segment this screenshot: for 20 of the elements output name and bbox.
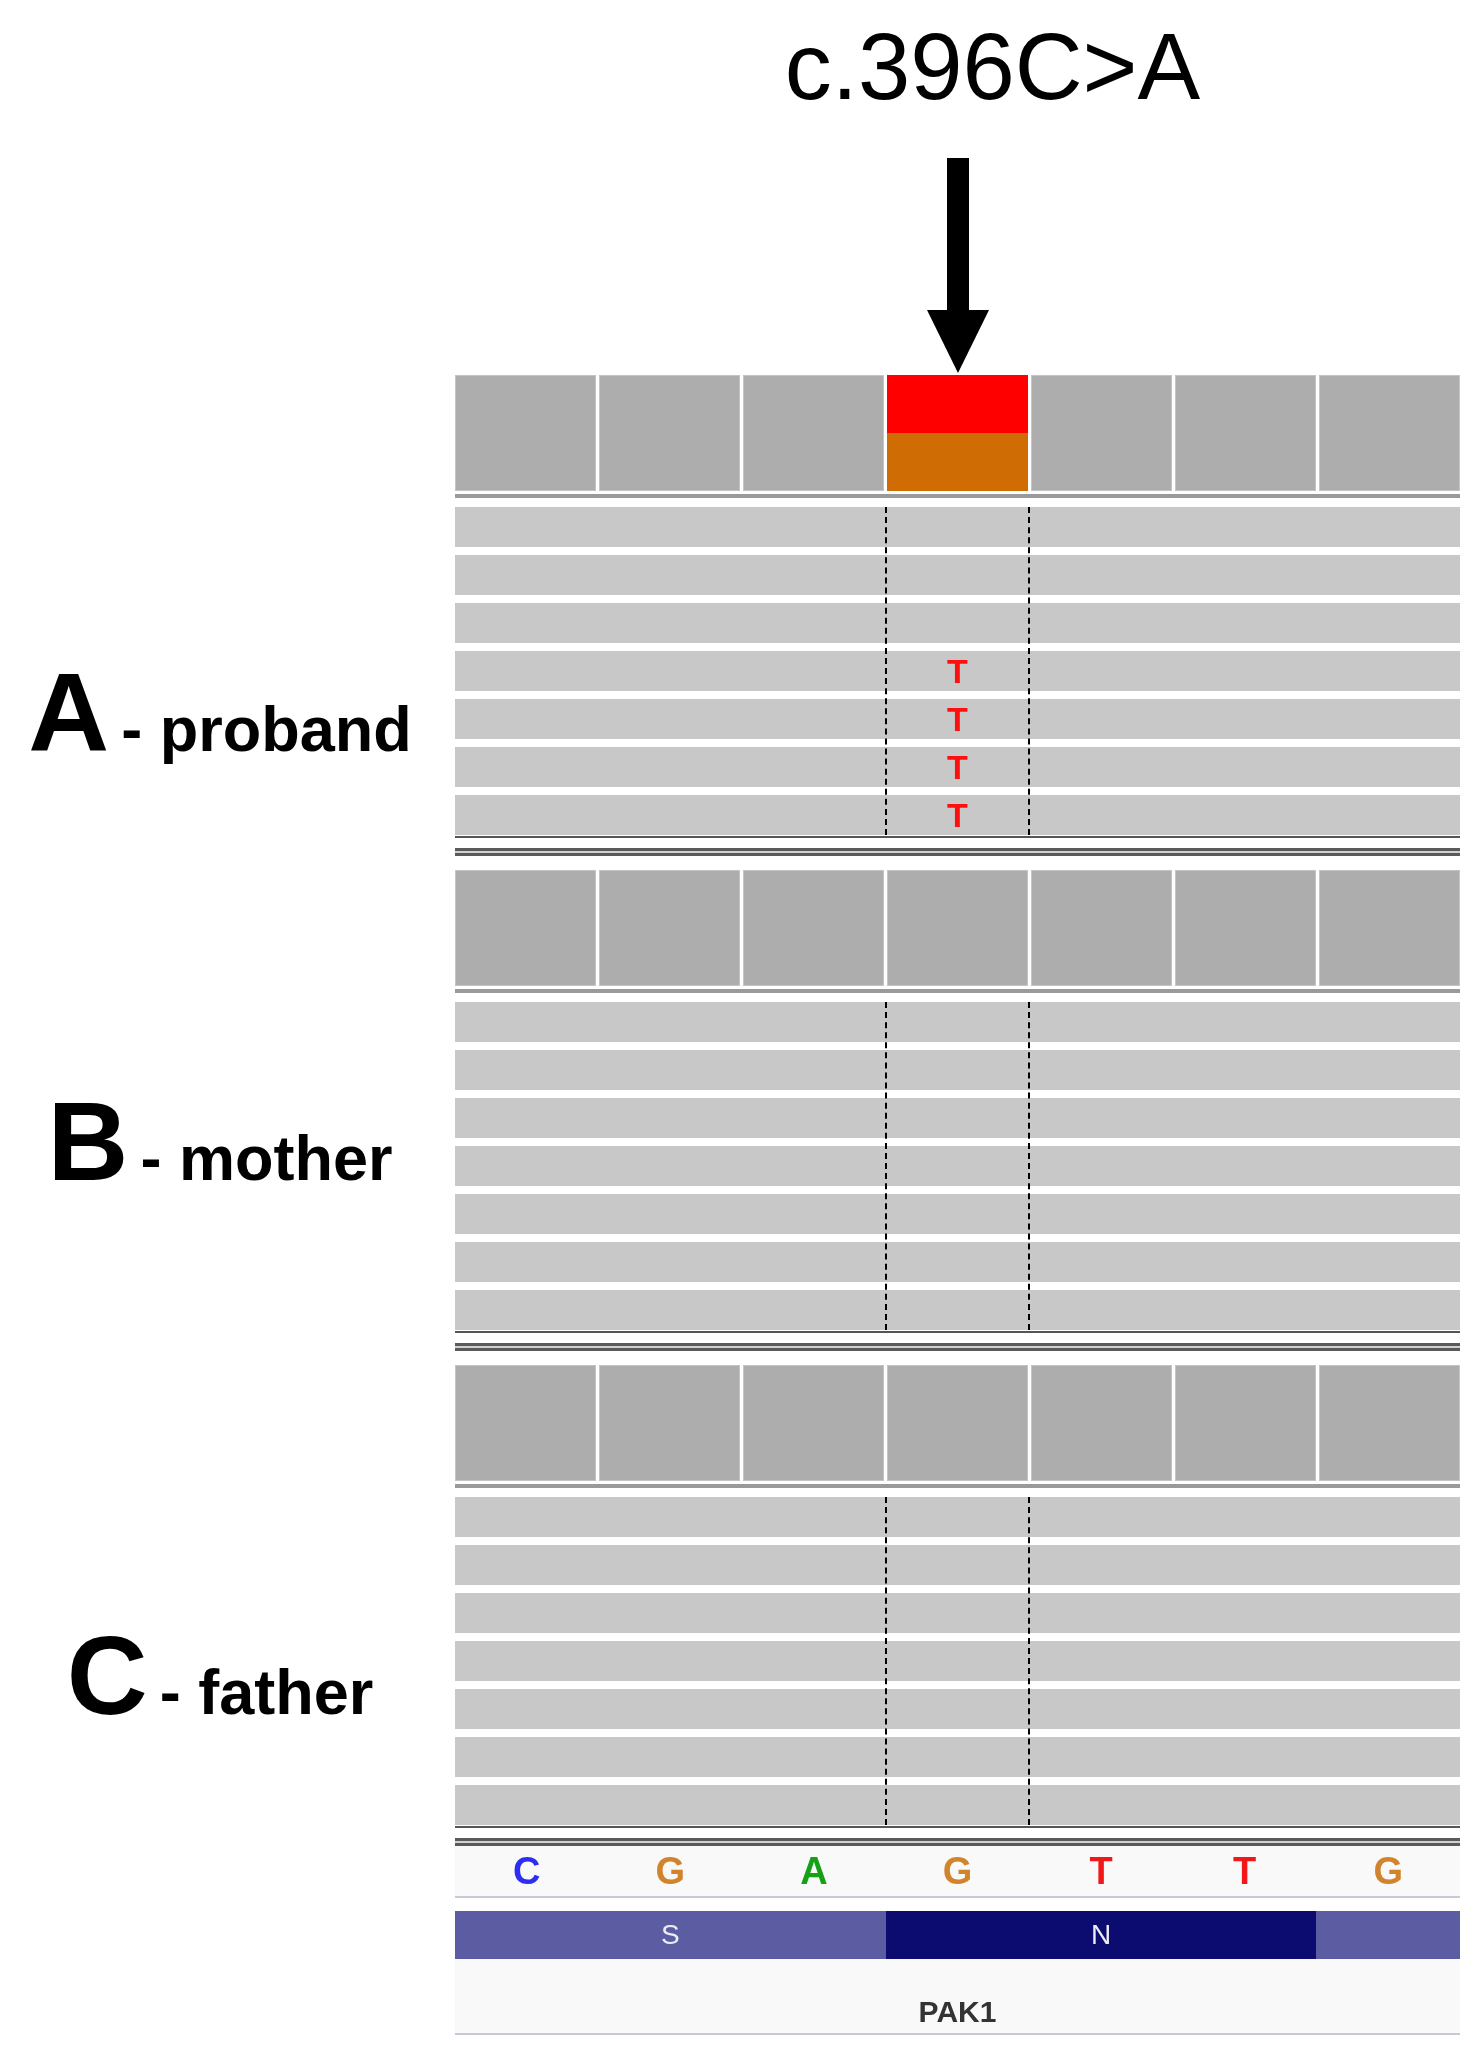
sequence-base: T (1233, 1852, 1257, 1890)
sequence-base: C (513, 1852, 541, 1890)
sequence-base: G (1373, 1852, 1403, 1890)
sequence-base: G (655, 1852, 686, 1890)
panel-letter: A (28, 657, 110, 769)
sample-label: - mother (140, 1127, 393, 1190)
variant-label: c.396C>A (784, 20, 1201, 114)
panel-letter: B (47, 1086, 129, 1198)
sample-label: - father (159, 1661, 374, 1724)
mismatch-base: T (947, 654, 968, 688)
amino-acid-letter: S (661, 1921, 680, 1949)
gene-name: PAK1 (918, 1997, 997, 2027)
sequence-base: A (800, 1852, 828, 1890)
panel-letter: C (66, 1620, 148, 1732)
mismatch-base: T (947, 702, 968, 736)
sequence-base: G (942, 1852, 973, 1890)
mismatch-base: T (947, 798, 968, 832)
sequence-base: T (1089, 1852, 1113, 1890)
amino-acid-letter: N (1090, 1921, 1112, 1949)
mismatch-base: T (947, 750, 968, 784)
